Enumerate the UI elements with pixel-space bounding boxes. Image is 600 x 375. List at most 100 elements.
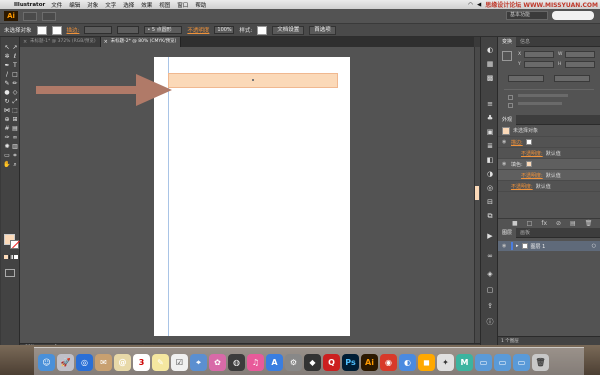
rectangle-tool-icon[interactable]: □	[11, 70, 19, 79]
tab-info[interactable]: 信息	[516, 37, 534, 47]
app-store-icon[interactable]: A	[266, 354, 283, 371]
screen-mode-icon[interactable]	[5, 269, 15, 277]
line-tool-icon[interactable]: /	[3, 70, 11, 79]
eye-icon[interactable]: ◉	[502, 161, 508, 167]
color-guide-icon[interactable]: ▦	[484, 59, 496, 69]
trash-icon[interactable]: 🗑	[532, 354, 549, 371]
color-panel-icon[interactable]: ◐	[484, 45, 496, 55]
align-icon[interactable]: ⊟	[484, 197, 496, 207]
rotate-icon[interactable]: ↻	[3, 97, 11, 106]
appearance-stroke-opacity-row[interactable]: 不透明度: 默认值	[498, 148, 600, 159]
document-setup-button[interactable]: 文档设置	[272, 25, 305, 35]
folder-icon[interactable]: ▭	[475, 354, 492, 371]
expand-triangle-icon[interactable]: ▸	[516, 243, 519, 249]
gradient-icon[interactable]: ▤	[11, 124, 19, 133]
layer-row[interactable]: ◉ ▸ 图层 1 ○	[498, 241, 600, 251]
tab-transform[interactable]: 变换	[498, 36, 517, 47]
menu-window[interactable]: 窗口	[177, 1, 188, 9]
x-field[interactable]	[524, 51, 554, 58]
eraser-icon[interactable]: ◇	[11, 88, 19, 97]
opacity-link-label[interactable]: 不透明度:	[521, 150, 543, 157]
volume-icon[interactable]: ◀	[477, 2, 481, 8]
column-graph-icon[interactable]: ▥	[11, 142, 19, 151]
hand-tool-icon[interactable]: ✋	[3, 160, 11, 169]
notes-icon[interactable]: ✎	[152, 354, 169, 371]
fill-swatch[interactable]	[36, 25, 47, 35]
reference-point-icon[interactable]	[502, 51, 512, 61]
h-field[interactable]	[565, 61, 595, 68]
brush-field[interactable]: • 5 点圆形	[144, 26, 183, 34]
blob-brush-icon[interactable]: ●	[3, 88, 11, 97]
app-icon[interactable]: ◐	[399, 354, 416, 371]
gradient-panel-icon[interactable]: ◧	[484, 155, 496, 165]
itunes-icon[interactable]: ♫	[247, 354, 264, 371]
rotate-field[interactable]	[508, 75, 544, 82]
target-icon[interactable]: ○	[592, 243, 596, 249]
menu-type[interactable]: 文字	[105, 1, 116, 9]
paintbrush-icon[interactable]: ✎	[3, 79, 11, 88]
menu-object[interactable]: 对象	[87, 1, 98, 9]
graphic-styles-icon[interactable]: ▣	[484, 127, 496, 137]
menu-select[interactable]: 选择	[123, 1, 134, 9]
app-icon[interactable]: M	[456, 354, 473, 371]
brushes-icon[interactable]: ≡	[484, 99, 496, 109]
transparency-icon[interactable]: ◑	[484, 169, 496, 179]
selection-tool-icon[interactable]: ↖	[3, 43, 11, 52]
fill-stroke-widget[interactable]	[4, 234, 20, 250]
photos-icon[interactable]: ✿	[209, 354, 226, 371]
magic-wand-icon[interactable]: ✲	[3, 52, 11, 61]
menu-file[interactable]: 文件	[51, 1, 62, 9]
contacts-icon[interactable]: @	[114, 354, 131, 371]
artboard[interactable]	[154, 57, 350, 336]
tab-document-2[interactable]: × 未标题-2* @ 80% (CMYK/预览)	[100, 37, 182, 47]
square-icon[interactable]: ■	[512, 220, 518, 227]
close-icon[interactable]: ×	[23, 37, 27, 47]
actions-icon[interactable]: ▶	[484, 231, 496, 241]
stroke-swatch[interactable]	[51, 25, 62, 35]
tab-appearance[interactable]: 外观	[498, 114, 517, 125]
facetime-icon[interactable]: ◍	[228, 354, 245, 371]
fx-icon[interactable]: fx	[541, 220, 547, 227]
y-field[interactable]	[524, 61, 554, 68]
stroke-weight-field[interactable]	[84, 26, 113, 34]
scale-strokes-checkbox[interactable]	[508, 95, 513, 100]
scrollbar-thumb[interactable]	[475, 186, 479, 200]
lasso-icon[interactable]: ℓ	[11, 52, 19, 61]
trash-icon[interactable]: 🗑	[585, 220, 593, 227]
unity-icon[interactable]: ◆	[304, 354, 321, 371]
blend-icon[interactable]: ∞	[11, 133, 19, 142]
color-button[interactable]	[4, 255, 8, 259]
stroke-color-box[interactable]	[10, 240, 19, 249]
fill-swatch-small[interactable]	[525, 161, 532, 167]
pencil-icon[interactable]: ✏	[11, 79, 19, 88]
tab-artboards[interactable]: 画板	[516, 228, 534, 238]
tab-document-1[interactable]: × 未标题-1* @ 372% (RGB/预览)	[20, 37, 101, 47]
app-icon[interactable]: ◉	[380, 354, 397, 371]
shear-field[interactable]	[554, 75, 590, 82]
opacity-field[interactable]: 100%	[214, 26, 235, 34]
calendar-icon[interactable]: 3	[133, 354, 150, 371]
direct-selection-tool-icon[interactable]: ↗	[11, 43, 19, 52]
workspace-switcher[interactable]: 基本功能	[506, 11, 548, 20]
app-icon[interactable]: ◼	[418, 354, 435, 371]
appearance-object-opacity-row[interactable]: 不透明度: 默认值	[498, 181, 600, 192]
close-icon[interactable]: ×	[104, 37, 108, 47]
app-icon[interactable]: ✦	[437, 354, 454, 371]
safari-icon[interactable]: ◎	[76, 354, 93, 371]
bridge-button[interactable]	[23, 11, 37, 21]
swatches-icon[interactable]: ▩	[484, 73, 496, 83]
launchpad-icon[interactable]: 🚀	[57, 354, 74, 371]
illustrator-icon[interactable]: Ai	[361, 354, 378, 371]
reminders-icon[interactable]: ☑	[171, 354, 188, 371]
arrange-documents-button[interactable]	[42, 11, 56, 21]
layer-name[interactable]: 图层 1	[531, 243, 546, 250]
links-icon[interactable]: ∞	[484, 251, 496, 261]
clear-icon[interactable]: ⊘	[556, 220, 561, 227]
system-preferences-icon[interactable]: ⚙	[285, 354, 302, 371]
eye-icon[interactable]: ◉	[502, 139, 508, 145]
symbols-icon[interactable]: ♣	[484, 113, 496, 123]
duplicate-icon[interactable]: ▤	[570, 220, 576, 227]
symbol-sprayer-icon[interactable]: ✺	[3, 142, 11, 151]
qq-icon[interactable]: Q	[323, 354, 340, 371]
perspective-grid-icon[interactable]: ⊞	[11, 115, 19, 124]
